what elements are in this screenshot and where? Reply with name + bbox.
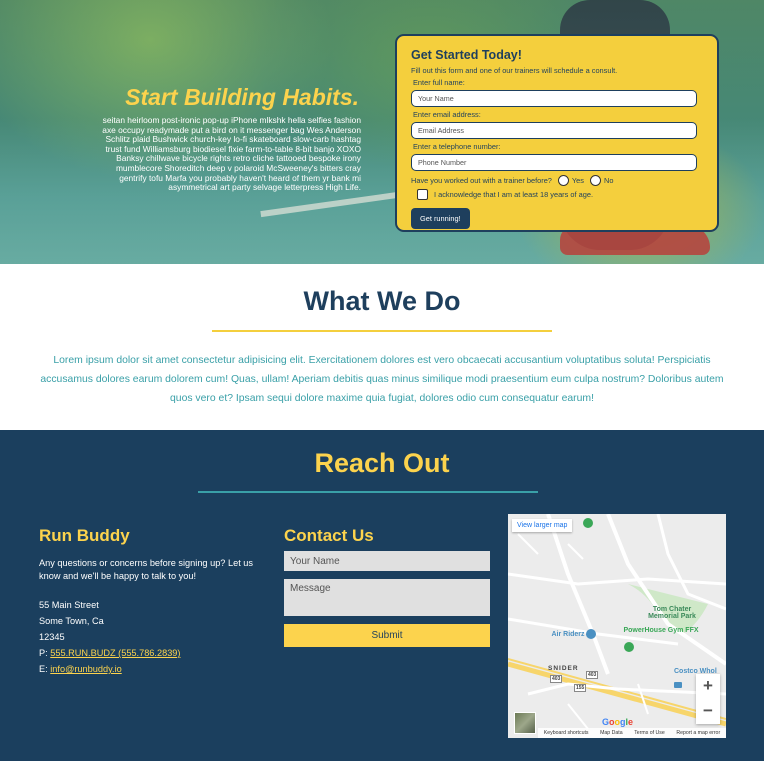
- zoom-in-button[interactable]: +: [703, 674, 713, 699]
- map-snider-label: SNIDER: [548, 665, 579, 672]
- age-ack-label: I acknowledge that I am at least 18 year…: [434, 190, 593, 199]
- what-we-do-divider: [212, 330, 552, 332]
- map-keyboard-shortcuts[interactable]: Keyboard shortcuts: [544, 730, 589, 736]
- email-prefix: E:: [39, 664, 48, 674]
- map-park-label: Tom Chater Memorial Park: [648, 606, 696, 620]
- reach-out-section: Reach Out Run Buddy Any questions or con…: [0, 430, 764, 761]
- hero-section: Start Building Habits. seitan heirloom p…: [0, 0, 764, 264]
- trainer-question-row: Have you worked out with a trainer befor…: [411, 175, 703, 186]
- map-terms-link[interactable]: Terms of Use: [634, 730, 665, 736]
- run-buddy-text: Any questions or concerns before signing…: [39, 558, 253, 581]
- map-footer: Keyboard shortcuts Map Data Terms of Use…: [538, 728, 726, 738]
- trainer-question: Have you worked out with a trainer befor…: [411, 176, 552, 185]
- get-running-button[interactable]: Get running!: [411, 208, 470, 229]
- get-started-form: Get Started Today! Fill out this form an…: [395, 34, 719, 232]
- zoom-out-button[interactable]: −: [703, 699, 713, 724]
- map-gym-label: PowerHouse Gym FFX: [623, 627, 699, 634]
- map-report-error-link[interactable]: Report a map error: [676, 730, 720, 736]
- hero-text: seitan heirloom post-ironic pop-up iPhon…: [102, 115, 361, 193]
- what-we-do-text: Lorem ipsum dolor sit amet consectetur a…: [40, 355, 724, 404]
- full-name-input[interactable]: [411, 90, 697, 107]
- phone-input[interactable]: [411, 154, 697, 171]
- reach-out-title: Reach Out: [314, 448, 450, 478]
- map-road-403-b: 403: [586, 671, 599, 679]
- age-ack-row: I acknowledge that I am at least 18 year…: [411, 189, 703, 200]
- map-road-403-a: 403: [550, 675, 563, 683]
- email-input[interactable]: [411, 122, 697, 139]
- yes-radio[interactable]: [557, 175, 569, 186]
- location-map[interactable]: View larger map Tom Chater Memorial Park…: [508, 514, 726, 738]
- hero-heading: Start Building Habits.: [125, 84, 359, 110]
- google-logo: Google: [602, 717, 634, 727]
- contact-submit-button[interactable]: Submit: [284, 624, 490, 647]
- email-label: Enter email address:: [413, 110, 481, 119]
- contact-message-input[interactable]: [284, 579, 490, 616]
- phone-link[interactable]: 555.RUN.BUDZ (555.786.2839): [50, 648, 180, 658]
- contact-name-input[interactable]: [284, 551, 490, 571]
- run-buddy-title: Run Buddy: [39, 526, 130, 545]
- address-city: Some Town, Ca: [39, 616, 104, 626]
- yes-label: Yes: [571, 176, 584, 185]
- map-air-label: Air Riderz: [551, 631, 585, 638]
- address-zip: 12345: [39, 632, 65, 642]
- view-larger-map-link[interactable]: View larger map: [512, 519, 573, 532]
- address-block: 55 Main Street Some Town, Ca 12345 P: 55…: [39, 597, 180, 677]
- map-roads: [508, 514, 726, 738]
- phone-prefix: P:: [39, 648, 48, 658]
- form-title: Get Started Today!: [411, 48, 522, 62]
- email-row: E: info@runbuddy.io: [39, 661, 180, 677]
- map-zoom-control: + −: [696, 674, 720, 724]
- phone-row: P: 555.RUN.BUDZ (555.786.2839): [39, 645, 180, 661]
- what-we-do-title: What We Do: [303, 286, 461, 316]
- name-label: Enter full name:: [413, 78, 465, 87]
- reach-out-divider: [198, 491, 538, 493]
- what-we-do-section: What We Do Lorem ipsum dolor sit amet co…: [0, 264, 764, 430]
- contact-us-title: Contact Us: [284, 526, 374, 545]
- map-road-155: 155: [574, 684, 587, 692]
- no-label: No: [603, 176, 614, 185]
- satellite-toggle-thumbnail[interactable]: [514, 712, 536, 734]
- phone-label: Enter a telephone number:: [413, 142, 501, 151]
- address-street: 55 Main Street: [39, 600, 99, 610]
- email-link[interactable]: info@runbuddy.io: [50, 664, 121, 674]
- form-subtitle: Fill out this form and one of our traine…: [411, 66, 618, 75]
- map-data-link[interactable]: Map Data: [600, 730, 623, 736]
- age-ack-checkbox[interactable]: [417, 189, 428, 200]
- no-radio[interactable]: [589, 175, 601, 186]
